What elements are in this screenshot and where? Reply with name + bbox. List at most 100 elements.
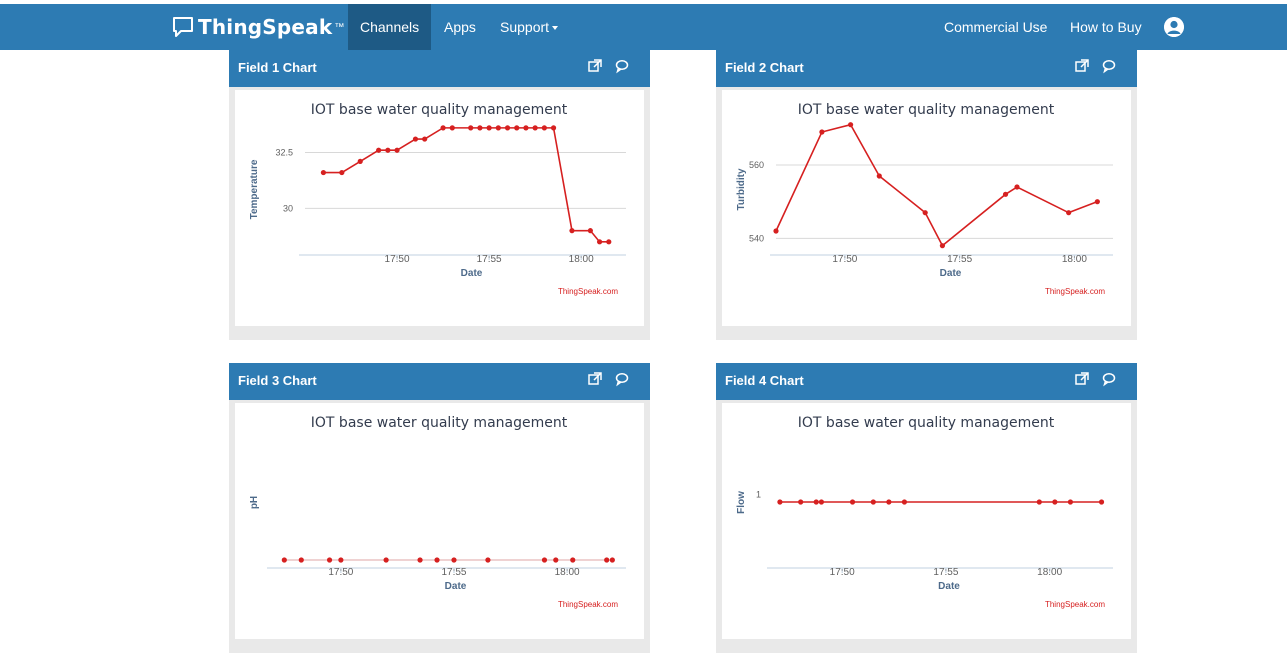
data-point	[339, 169, 345, 176]
x-tick-label: 17:55	[947, 254, 972, 265]
panel-header: Field 4 Chart	[716, 363, 1137, 400]
field-2-chart-panel: Field 2 Chart IOT base water quality mana…	[716, 50, 1137, 340]
chart-area[interactable]: IOT base water quality management 17:50 17…	[235, 403, 644, 639]
x-tick-label: 18:00	[569, 254, 594, 265]
x-tick-label: 17:55	[477, 254, 502, 265]
external-link-icon[interactable]	[587, 58, 603, 74]
y-tick-label: 30	[283, 203, 293, 213]
comment-icon[interactable]	[1101, 371, 1117, 387]
field-3-chart-panel: Field 3 Chart IOT base water quality mana…	[229, 363, 650, 653]
chart-title: IOT base water quality management	[311, 102, 568, 118]
line-chart: IOT base water quality management 560 540 1…	[736, 102, 1113, 296]
data-point	[422, 136, 428, 142]
nav-commercial-use[interactable]: Commercial Use	[932, 4, 1059, 50]
y-axis-label: Turbidity	[736, 168, 747, 210]
nav-how-to-buy[interactable]: How to Buy	[1058, 4, 1154, 50]
chart-area[interactable]: IOT base water quality management 560 540 1…	[722, 90, 1131, 326]
chart-credit-link: ThingSpeak.com	[1045, 287, 1105, 296]
caret-down-icon	[552, 26, 559, 31]
data-point	[1094, 199, 1100, 205]
nav-commercial-use-label: Commercial Use	[944, 19, 1048, 35]
panel-title: Field 3 Chart	[238, 373, 317, 388]
data-point	[876, 173, 882, 179]
comment-icon[interactable]	[1101, 58, 1117, 74]
data-point	[1066, 210, 1072, 216]
chart-title: IOT base water quality management	[798, 102, 1055, 118]
panel-title: Field 1 Chart	[238, 60, 317, 75]
chart-credit-link: ThingSpeak.com	[1045, 600, 1105, 609]
data-point	[813, 499, 819, 505]
data-point	[1002, 191, 1009, 197]
data-point	[609, 557, 615, 563]
chart-area[interactable]: IOT base water quality management 32.5 30 1…	[235, 90, 644, 326]
user-avatar-icon[interactable]	[1164, 17, 1184, 37]
x-tick-label: 17:50	[830, 567, 855, 578]
nav-support-label: Support	[500, 19, 550, 35]
x-tick-label: 17:50	[385, 254, 410, 265]
data-point	[1098, 499, 1105, 505]
panel-header: Field 1 Chart	[229, 50, 650, 87]
data-point	[477, 125, 483, 131]
data-point	[1036, 499, 1042, 505]
data-point	[1014, 184, 1020, 190]
data-point	[485, 557, 491, 563]
nav-apps-label: Apps	[444, 19, 476, 35]
line-chart: IOT base water quality management 1 17:50 1…	[736, 415, 1113, 609]
panel-title: Field 2 Chart	[725, 60, 804, 75]
data-point	[532, 125, 538, 131]
x-tick-label: 18:00	[555, 567, 580, 578]
comment-icon[interactable]	[614, 58, 630, 74]
chat-bubble-icon	[173, 17, 193, 37]
data-point	[385, 147, 391, 153]
data-point	[1067, 499, 1074, 505]
data-point	[886, 499, 892, 505]
data-point	[870, 499, 876, 505]
data-point	[440, 125, 446, 131]
data-point	[541, 125, 547, 131]
data-point	[901, 499, 908, 505]
y-axis-label: Flow	[736, 491, 747, 514]
data-point	[569, 228, 575, 234]
data-point	[570, 557, 576, 563]
data-point	[320, 169, 327, 176]
field-1-chart-panel: Field 1 Chart IOT base water quality mana…	[229, 50, 650, 340]
data-point	[394, 147, 400, 153]
brand-logo[interactable]: ThingSpeak ™	[172, 12, 344, 42]
external-link-icon[interactable]	[587, 371, 603, 387]
data-point	[338, 557, 344, 563]
series-line	[323, 127, 609, 243]
data-point	[606, 239, 612, 245]
x-tick-label: 17:50	[832, 254, 857, 265]
external-link-icon[interactable]	[1074, 371, 1090, 387]
data-point	[326, 557, 333, 563]
data-point	[357, 158, 363, 164]
brand-name: ThingSpeak	[198, 15, 333, 39]
external-link-icon[interactable]	[1074, 58, 1090, 74]
y-tick-label: 32.5	[275, 147, 293, 157]
data-point	[449, 125, 455, 131]
data-point	[434, 557, 440, 563]
data-point	[412, 136, 419, 142]
data-point	[376, 147, 382, 153]
x-axis-label: Date	[461, 268, 483, 279]
data-point	[604, 557, 610, 563]
data-point	[541, 557, 548, 563]
data-point	[777, 499, 783, 505]
top-navbar: ThingSpeak ™ Channels Apps Support Comme…	[0, 4, 1287, 50]
nav-apps[interactable]: Apps	[432, 4, 488, 50]
nav-channels[interactable]: Channels	[348, 4, 432, 50]
x-tick-label: 18:00	[1037, 567, 1062, 578]
y-axis-label: Temperature	[249, 159, 260, 219]
data-point	[1052, 499, 1058, 505]
y-axis-label: pH	[249, 496, 260, 509]
data-point	[773, 228, 779, 234]
panel-header: Field 2 Chart	[716, 50, 1137, 87]
data-point	[417, 557, 423, 563]
chart-area[interactable]: IOT base water quality management 1 17:50 1…	[722, 403, 1131, 639]
nav-support[interactable]: Support	[488, 4, 570, 50]
data-point	[514, 125, 520, 131]
panel-header: Field 3 Chart	[229, 363, 650, 400]
comment-icon[interactable]	[614, 371, 630, 387]
data-point	[587, 228, 593, 234]
data-point	[818, 499, 825, 505]
